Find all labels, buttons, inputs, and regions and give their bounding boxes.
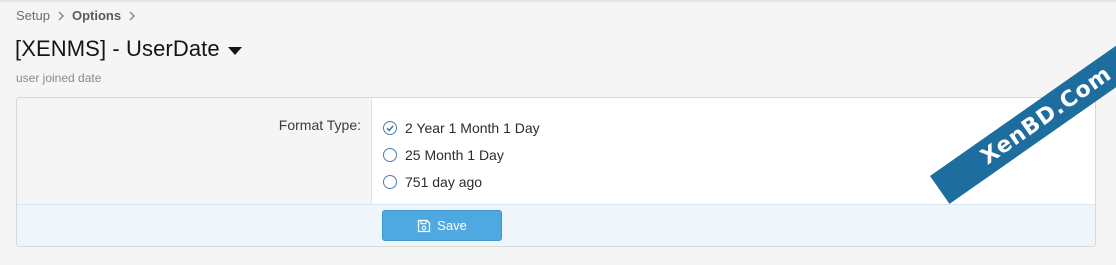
form-label-column: Format Type: <box>17 98 372 204</box>
top-border <box>0 0 1116 2</box>
page-description: user joined date <box>16 71 102 85</box>
format-type-radio-group: 2 Year 1 Month 1 Day 25 Month 1 Day 751 … <box>383 114 540 195</box>
format-option-label: 2 Year 1 Month 1 Day <box>405 119 540 136</box>
form-submit-row: Save <box>17 204 1095 246</box>
format-option-label: 25 Month 1 Day <box>405 146 504 163</box>
radio-unchecked-icon[interactable] <box>383 147 397 162</box>
format-option-1[interactable]: 2 Year 1 Month 1 Day <box>383 114 540 141</box>
breadcrumb: Setup Options <box>16 8 143 23</box>
page-title-text: [XENMS] - UserDate <box>15 36 220 61</box>
chevron-right-icon <box>121 10 143 21</box>
options-page: Setup Options [XENMS] - UserDate user jo… <box>0 0 1116 265</box>
breadcrumb-setup[interactable]: Setup <box>16 8 50 23</box>
format-option-2[interactable]: 25 Month 1 Day <box>383 141 540 168</box>
caret-down-icon[interactable] <box>227 46 242 55</box>
page-title: [XENMS] - UserDate <box>15 36 242 62</box>
radio-checked-icon[interactable] <box>383 120 397 135</box>
save-button[interactable]: Save <box>382 210 502 241</box>
format-type-label: Format Type: <box>278 117 361 133</box>
format-option-3[interactable]: 751 day ago <box>383 168 540 195</box>
save-button-label: Save <box>437 218 467 233</box>
chevron-right-icon <box>50 10 72 21</box>
options-form: Format Type: 2 Year 1 Month 1 Day 25 Mon… <box>16 97 1096 247</box>
radio-unchecked-icon[interactable] <box>383 174 397 189</box>
format-option-label: 751 day ago <box>405 173 483 190</box>
breadcrumb-options[interactable]: Options <box>72 8 121 23</box>
floppy-disk-icon <box>417 219 431 233</box>
